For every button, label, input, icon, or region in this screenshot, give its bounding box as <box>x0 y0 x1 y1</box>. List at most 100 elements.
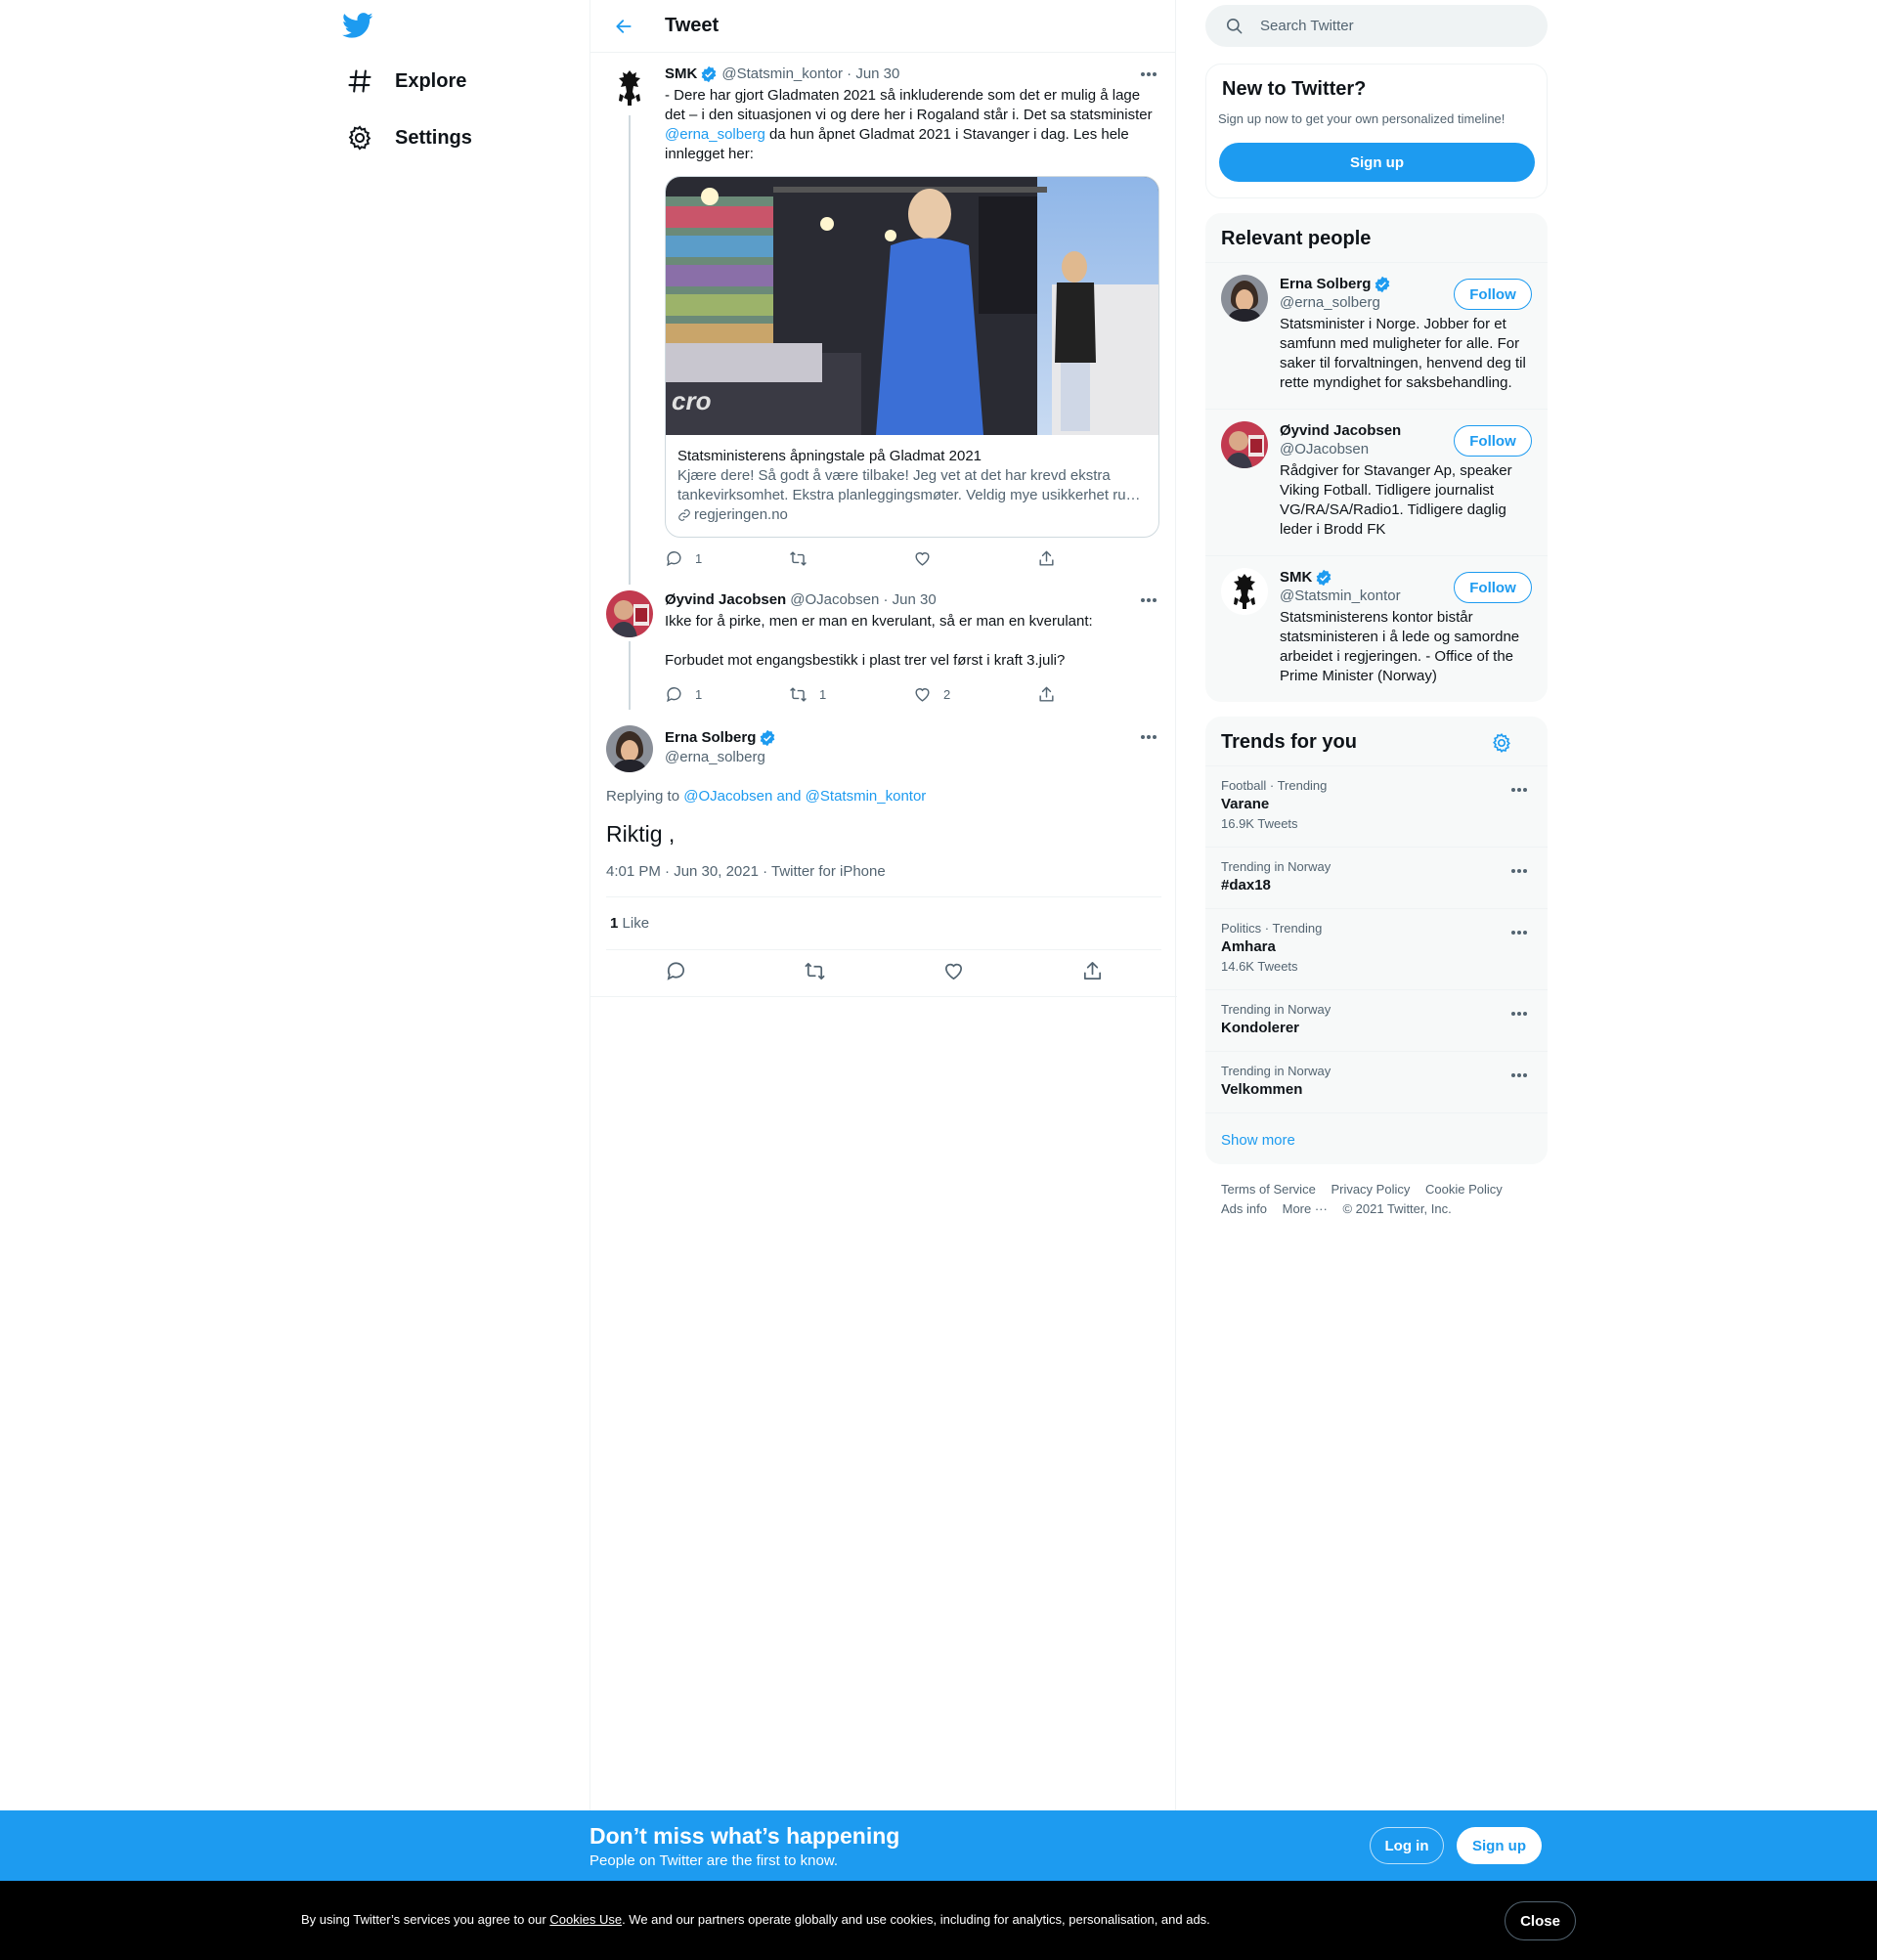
profile-photo-icon <box>606 725 653 772</box>
trend-item[interactable]: Football · Trending Varane 16.9K Tweets <box>1205 765 1548 847</box>
follow-button[interactable]: Follow <box>1454 279 1532 310</box>
avatar[interactable] <box>1221 275 1268 322</box>
trend-name: #dax18 <box>1221 877 1271 893</box>
verified-badge-icon <box>1316 569 1331 587</box>
more-options-icon[interactable] <box>1136 590 1161 610</box>
replying-to-links[interactable]: @OJacobsen and @Statsmin_kontor <box>683 788 926 805</box>
avatar[interactable] <box>606 65 653 111</box>
trend-category: Politics · Trending <box>1221 921 1323 936</box>
retweet-icon <box>790 551 807 566</box>
back-button[interactable] <box>606 9 641 44</box>
person-card[interactable]: Erna Solberg @erna_solberg Statsminister… <box>1205 262 1548 409</box>
more-options-icon[interactable] <box>1506 1004 1532 1024</box>
footer-link[interactable]: Terms of Service <box>1221 1182 1316 1197</box>
author-name[interactable]: Øyvind Jacobsen <box>665 590 786 610</box>
search-input[interactable] <box>1260 18 1534 34</box>
thread-tweet[interactable]: SMK @Statsmin_kontor · Jun 30 - Dere har… <box>606 65 1161 585</box>
like-button[interactable]: 2 <box>913 685 1037 704</box>
sign-up-button[interactable]: Sign up <box>1457 1827 1542 1864</box>
trend-category: Trending in Norway <box>1221 1002 1331 1017</box>
thread-tweet[interactable]: Øyvind Jacobsen @OJacobsen · Jun 30 Ikke… <box>606 590 1161 710</box>
person-name[interactable]: SMK <box>1280 568 1312 588</box>
footer-link[interactable]: Privacy Policy <box>1331 1182 1410 1197</box>
person-name[interactable]: Erna Solberg <box>1280 275 1371 294</box>
twitter-bird-icon[interactable] <box>342 10 373 41</box>
dot-separator: · <box>879 591 893 608</box>
more-options-icon[interactable] <box>1506 861 1532 881</box>
author-name[interactable]: Erna Solberg <box>665 728 756 748</box>
person-name[interactable]: Øyvind Jacobsen <box>1280 421 1401 441</box>
more-options-icon[interactable] <box>1136 727 1161 747</box>
trend-item[interactable]: Trending in Norway Kondolerer <box>1205 989 1548 1051</box>
footer-link[interactable]: Cookie Policy <box>1425 1182 1503 1197</box>
more-options-icon[interactable] <box>1506 780 1532 800</box>
like-button[interactable] <box>913 549 1037 568</box>
page-header: Tweet <box>590 0 1175 53</box>
search-box[interactable] <box>1205 5 1548 47</box>
reply-icon[interactable] <box>665 960 687 982</box>
cookie-text-part: . We and our partners operate globally a… <box>622 1912 1210 1927</box>
trend-item[interactable]: Politics · Trending Amhara 14.6K Tweets <box>1205 908 1548 989</box>
tweet-timestamp[interactable]: 4:01 PM · Jun 30, 2021 · Twitter for iPh… <box>606 863 886 880</box>
footer-link[interactable]: Ads info <box>1221 1201 1267 1216</box>
trend-item[interactable]: Trending in Norway Velkommen <box>1205 1051 1548 1112</box>
tweet-date[interactable]: Jun 30 <box>855 65 899 84</box>
box-title: New to Twitter? <box>1222 78 1367 100</box>
nav-item-settings[interactable]: Settings <box>332 112 486 163</box>
trend-item[interactable]: Trending in Norway #dax18 <box>1205 847 1548 908</box>
profile-photo-icon <box>1221 421 1268 468</box>
mention-link[interactable]: @erna_solberg <box>665 126 765 143</box>
retweet-button[interactable] <box>789 549 913 568</box>
tweet-date[interactable]: Jun 30 <box>893 590 937 610</box>
retweet-button[interactable]: 1 <box>789 685 913 704</box>
hashtag-icon <box>348 69 371 93</box>
log-in-button[interactable]: Log in <box>1370 1827 1444 1864</box>
gear-icon[interactable] <box>1491 732 1512 754</box>
reply-count: 1 <box>695 687 703 702</box>
follow-button[interactable]: Follow <box>1454 425 1532 457</box>
reply-button[interactable]: 1 <box>665 685 789 704</box>
avatar[interactable] <box>1221 421 1268 468</box>
trend-category: Trending in Norway <box>1221 1064 1331 1078</box>
search-icon <box>1226 18 1243 34</box>
person-card[interactable]: Øyvind Jacobsen @OJacobsen Rådgiver for … <box>1205 409 1548 555</box>
footer-link[interactable]: More ··· <box>1283 1201 1328 1216</box>
heart-icon[interactable] <box>942 960 965 982</box>
cookies-use-link[interactable]: Cookies Use <box>549 1912 622 1927</box>
likes-stat-count: 1 <box>610 915 619 932</box>
more-options-icon[interactable] <box>1506 1066 1532 1085</box>
cookie-text: By using Twitter’s services you agree to… <box>301 1912 1210 1927</box>
card-title: Statsministerens åpningstale på Gladmat … <box>677 448 982 464</box>
card-domain: regjeringen.no <box>694 506 788 523</box>
tweet-meta: Øyvind Jacobsen @OJacobsen · Jun 30 <box>665 590 1161 610</box>
avatar[interactable] <box>606 590 653 637</box>
retweet-icon[interactable] <box>804 960 826 982</box>
author-handle[interactable]: @erna_solberg <box>665 749 780 765</box>
more-options-icon[interactable] <box>1136 65 1161 84</box>
reply-button[interactable]: 1 <box>665 549 789 568</box>
show-more-link[interactable]: Show more <box>1205 1112 1548 1164</box>
link-card[interactable]: cro Statsministerens åpningstale på Glad… <box>665 176 1159 538</box>
avatar[interactable] <box>606 725 653 772</box>
heart-icon <box>915 552 930 566</box>
nav-item-explore[interactable]: Explore <box>332 56 480 107</box>
share-button[interactable] <box>1037 685 1161 704</box>
person-card[interactable]: SMK @Statsmin_kontor Statsministerens ko… <box>1205 555 1548 702</box>
author-name[interactable]: SMK <box>665 65 697 84</box>
share-icon[interactable] <box>1081 960 1104 982</box>
sign-up-button[interactable]: Sign up <box>1219 143 1535 182</box>
avatar[interactable] <box>1221 568 1268 615</box>
box-title: Trends for you <box>1221 731 1357 753</box>
close-button[interactable]: Close <box>1505 1901 1576 1940</box>
author-handle[interactable]: @OJacobsen <box>790 590 879 610</box>
dot-separator: · <box>842 65 856 82</box>
footer-links: Terms of Service Privacy Policy Cookie P… <box>1221 1180 1514 1219</box>
tweet-text-line: Ikke for å pirke, men er man en kverulan… <box>665 613 1093 630</box>
replying-label: Replying to <box>606 788 680 805</box>
follow-button[interactable]: Follow <box>1454 572 1532 603</box>
author-handle[interactable]: @Statsmin_kontor <box>721 65 843 84</box>
share-button[interactable] <box>1037 549 1161 568</box>
focused-tweet-text: Riktig , <box>606 821 676 847</box>
likes-stat[interactable]: 1 Like <box>610 915 649 932</box>
more-options-icon[interactable] <box>1506 923 1532 942</box>
